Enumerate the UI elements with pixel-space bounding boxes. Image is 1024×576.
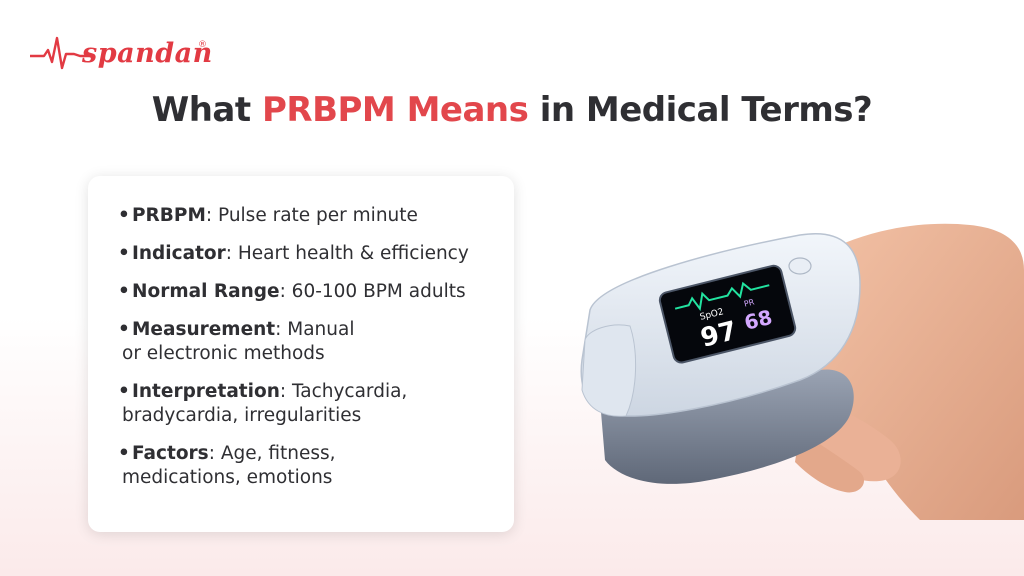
list-item: • Indicator: Heart health & efficiency: [118, 242, 514, 266]
item-label: Interpretation: [132, 381, 280, 402]
item-continuation: or electronic methods: [122, 343, 325, 364]
bullet: •: [118, 443, 130, 464]
item-label: Factors: [132, 443, 209, 464]
item-text: : Age, fitness,: [208, 443, 336, 464]
item-label: Normal Range: [132, 281, 280, 302]
registered-mark: ®: [198, 40, 207, 50]
item-text: : Heart health & efficiency: [225, 243, 469, 264]
brand-logo: spandan ®: [30, 28, 220, 84]
info-card: • PRBPM: Pulse rate per minute • Indicat…: [88, 176, 514, 532]
item-text: : Pulse rate per minute: [205, 205, 418, 226]
list-item: • Factors: Age, fitness, medications, em…: [118, 442, 514, 490]
brand-name: spandan: [82, 38, 213, 69]
pulse-oximeter-image: SpO2 97 PR 68: [580, 223, 1024, 520]
item-text: : Manual: [275, 319, 355, 340]
title-suffix: in Medical Terms?: [539, 90, 873, 130]
list-item: • Normal Range: 60-100 BPM adults: [118, 280, 514, 304]
item-label: PRBPM: [132, 205, 206, 226]
list-item: • Interpretation: Tachycardia, bradycard…: [118, 380, 514, 428]
page-title: What PRBPM Means in Medical Terms?: [0, 90, 1024, 130]
bullet: •: [118, 319, 130, 340]
item-text: : 60-100 BPM adults: [279, 281, 466, 302]
bullet: •: [118, 381, 130, 402]
title-highlight: PRBPM Means: [261, 90, 529, 130]
title-prefix: What: [151, 90, 251, 130]
list-item: • PRBPM: Pulse rate per minute: [118, 204, 514, 228]
bullet: •: [118, 243, 130, 264]
item-continuation: bradycardia, irregularities: [122, 405, 362, 426]
item-text: : Tachycardia,: [279, 381, 408, 402]
item-continuation: medications, emotions: [122, 467, 333, 488]
item-label: Indicator: [132, 243, 226, 264]
bullet: •: [118, 205, 130, 226]
list-item: • Measurement: Manual or electronic meth…: [118, 318, 514, 366]
item-label: Measurement: [132, 319, 276, 340]
heartbeat-line-icon: [30, 36, 90, 70]
bullet: •: [118, 281, 130, 302]
